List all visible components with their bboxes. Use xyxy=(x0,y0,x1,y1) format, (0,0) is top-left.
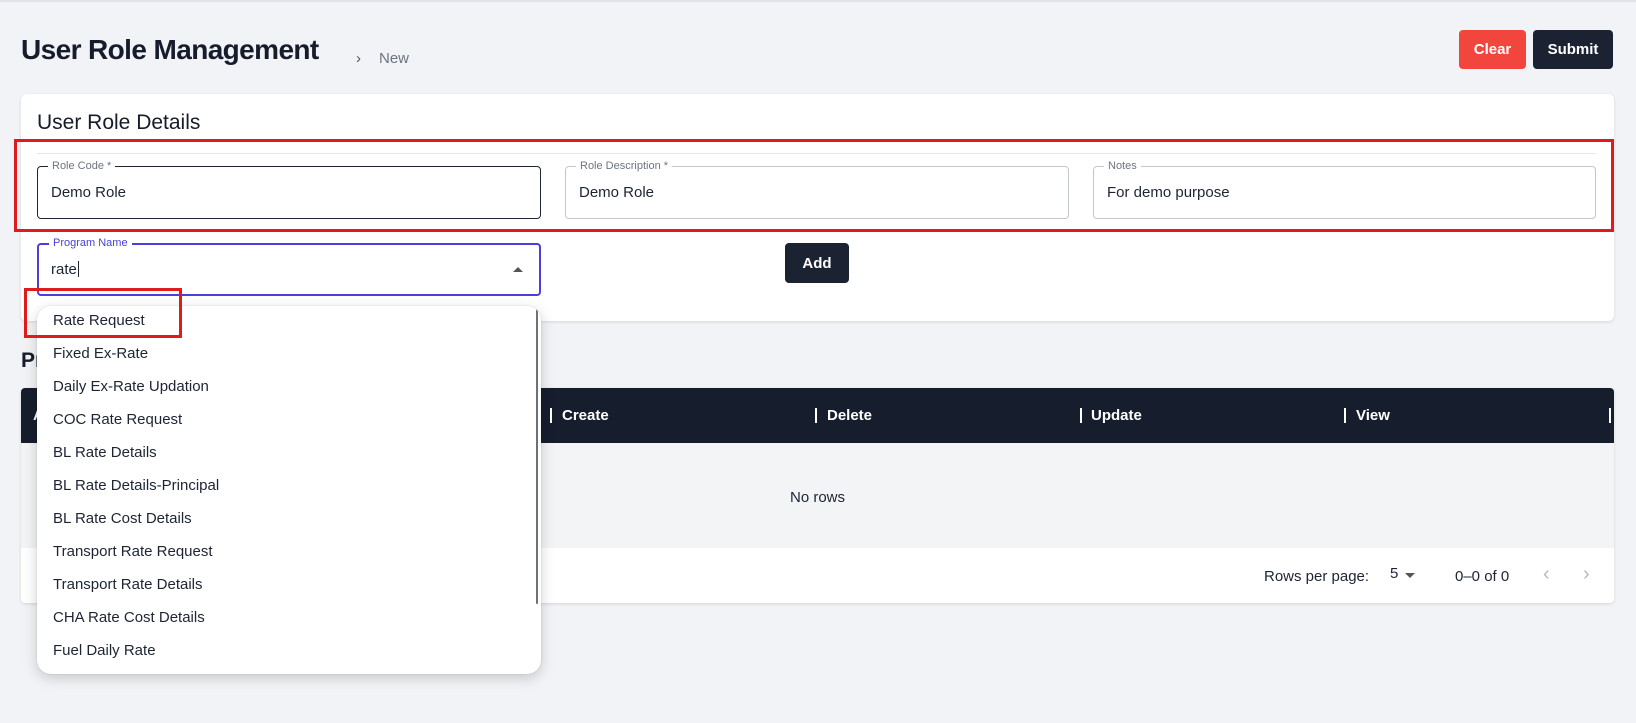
option-item[interactable]: Transport Rate Request xyxy=(53,543,213,560)
clear-button[interactable]: Clear xyxy=(1459,30,1526,69)
column-separator[interactable] xyxy=(1609,408,1611,423)
option-item[interactable]: COC Rate Request xyxy=(53,411,182,428)
divider xyxy=(37,153,1596,154)
rows-per-page-select[interactable]: 5 xyxy=(1390,565,1398,582)
notes-field[interactable]: Notes For demo purpose xyxy=(1093,159,1596,219)
option-item[interactable]: BL Rate Cost Details xyxy=(53,510,192,527)
column-header-view[interactable]: View xyxy=(1356,388,1390,443)
add-button[interactable]: Add xyxy=(785,243,849,283)
rows-per-page-label: Rows per page: xyxy=(1264,568,1370,585)
previous-page-icon[interactable]: ‹ xyxy=(1543,563,1550,586)
column-header-create[interactable]: Create xyxy=(562,388,609,443)
role-description-label: Role Description * xyxy=(576,159,673,173)
notes-label: Notes xyxy=(1104,159,1141,173)
card-title: User Role Details xyxy=(37,111,201,134)
dropdown-scrollbar[interactable] xyxy=(536,308,538,604)
text-caret xyxy=(77,261,79,277)
chevron-right-icon: › xyxy=(356,50,361,67)
dropdown-arrow-icon[interactable] xyxy=(513,267,523,272)
page-title: User Role Management xyxy=(21,34,319,65)
option-item[interactable]: Transport Rate Details xyxy=(53,576,203,593)
option-item[interactable]: BL Rate Details-Principal xyxy=(53,477,219,494)
column-separator[interactable] xyxy=(815,408,817,423)
option-item[interactable]: Fuel Daily Rate xyxy=(53,642,156,659)
pagination-range: 0–0 of 0 xyxy=(1455,568,1510,585)
notes-value: For demo purpose xyxy=(1107,184,1230,201)
program-name-label: Program Name xyxy=(49,236,132,250)
role-description-field[interactable]: Role Description * Demo Role xyxy=(565,159,1069,219)
next-page-icon[interactable]: › xyxy=(1583,563,1590,586)
option-item[interactable]: Daily Ex-Rate Updation xyxy=(53,378,209,395)
rows-per-page-arrow-icon[interactable] xyxy=(1405,573,1415,578)
column-separator[interactable] xyxy=(1344,408,1346,423)
option-item[interactable]: Rate Request xyxy=(53,312,145,329)
program-name-combobox[interactable]: Program Name rate xyxy=(37,236,541,296)
column-separator[interactable] xyxy=(1080,408,1082,423)
program-name-options: Rate Request Fixed Ex-Rate Daily Ex-Rate… xyxy=(37,306,541,674)
role-code-label: Role Code * xyxy=(48,159,116,173)
role-code-value: Demo Role xyxy=(51,184,127,201)
program-name-input[interactable]: rate xyxy=(51,261,79,278)
option-item[interactable]: Fixed Ex-Rate xyxy=(53,345,148,362)
role-description-value: Demo Role xyxy=(579,184,655,201)
option-item[interactable]: BL Rate Details xyxy=(53,444,157,461)
column-header-update[interactable]: Update xyxy=(1091,388,1142,443)
top-border xyxy=(0,0,1636,2)
column-separator[interactable] xyxy=(550,408,552,423)
breadcrumb-current: New xyxy=(379,50,410,67)
role-code-field[interactable]: Role Code * Demo Role xyxy=(37,159,541,219)
option-item[interactable]: CHA Rate Cost Details xyxy=(53,609,205,626)
submit-button[interactable]: Submit xyxy=(1533,30,1613,69)
column-header-delete[interactable]: Delete xyxy=(827,388,872,443)
